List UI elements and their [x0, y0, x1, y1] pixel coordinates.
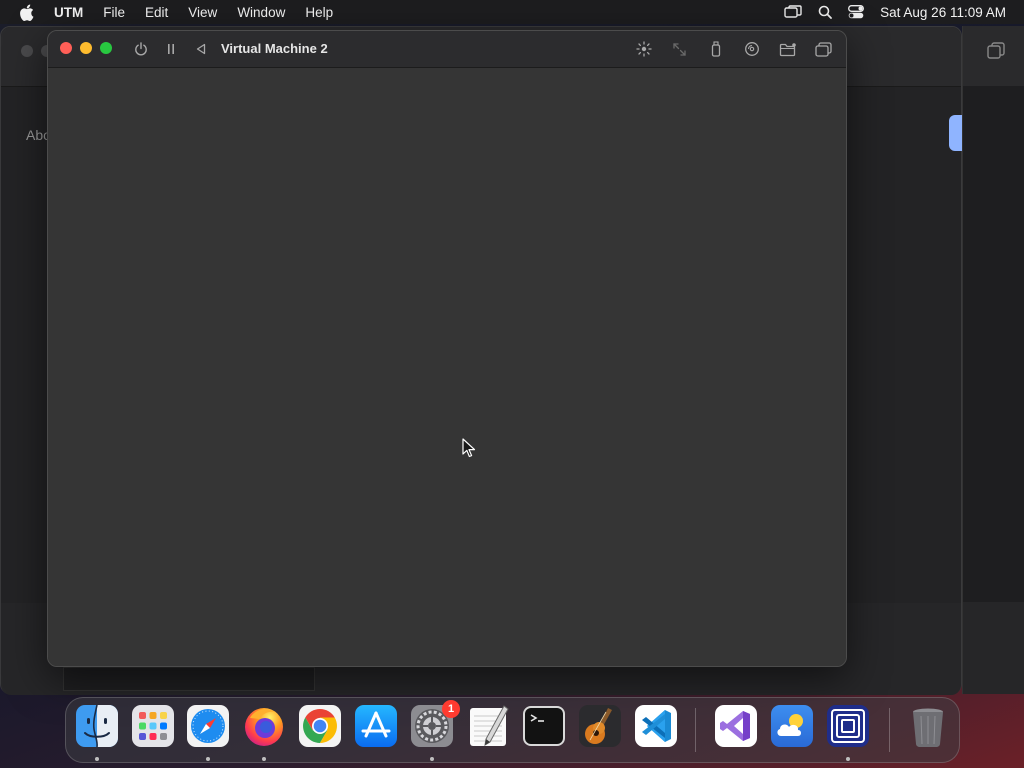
- firefox-running-indicator: [262, 757, 266, 761]
- notification-badge: 1: [442, 700, 460, 718]
- maximize-button[interactable]: [100, 42, 112, 54]
- utm-icon[interactable]: [826, 704, 870, 748]
- cd-dvd-icon[interactable]: [741, 39, 762, 59]
- vm-device-toolbar: [633, 39, 834, 59]
- finder-running-indicator: [95, 757, 99, 761]
- apple-menu-icon[interactable]: [14, 0, 38, 24]
- chrome-icon[interactable]: [298, 704, 342, 748]
- garageband-icon[interactable]: [578, 704, 622, 748]
- terminal-icon[interactable]: [522, 704, 566, 748]
- vm-control-toolbar: [132, 40, 210, 58]
- finder-icon[interactable]: [75, 704, 119, 748]
- vm-display-area[interactable]: [48, 68, 846, 666]
- app-name-menu[interactable]: UTM: [54, 5, 83, 20]
- system-settings-icon[interactable]: 1: [410, 700, 460, 748]
- menu-view[interactable]: View: [188, 5, 217, 20]
- menu-help[interactable]: Help: [305, 5, 333, 20]
- launchpad-icon[interactable]: [131, 704, 175, 748]
- system-settings-running-indicator: [430, 757, 434, 761]
- background-window-right: [962, 26, 1024, 694]
- shared-folder-icon[interactable]: [777, 39, 798, 59]
- menu-window[interactable]: Window: [237, 5, 285, 20]
- vm-titlebar: Virtual Machine 2: [48, 31, 846, 68]
- power-icon[interactable]: [132, 40, 150, 58]
- menubar-clock[interactable]: Sat Aug 26 11:09 AM: [880, 5, 1006, 20]
- windows-icon[interactable]: [813, 39, 834, 59]
- menu-file[interactable]: File: [103, 5, 125, 20]
- safari-icon[interactable]: [186, 704, 230, 748]
- background-window-toolbar: [963, 26, 1024, 86]
- usb-device-icon[interactable]: [705, 39, 726, 59]
- window-controls: [60, 42, 112, 54]
- utm-running-indicator: [846, 757, 850, 761]
- trash-icon[interactable]: [906, 704, 950, 748]
- inactive-close-button[interactable]: [21, 45, 33, 57]
- windows-stack-icon[interactable]: [987, 42, 1005, 65]
- vm-window-title: Virtual Machine 2: [221, 41, 328, 56]
- resize-icon[interactable]: [669, 39, 690, 59]
- mouse-cursor-icon: [462, 438, 476, 463]
- utm-main-status-strip: [63, 667, 315, 691]
- weather-icon[interactable]: [770, 704, 814, 748]
- menu-edit[interactable]: Edit: [145, 5, 168, 20]
- minimize-button[interactable]: [80, 42, 92, 54]
- spotlight-search-icon[interactable]: [818, 5, 833, 19]
- back-icon[interactable]: [192, 40, 210, 58]
- screen-mirroring-icon[interactable]: [784, 5, 802, 19]
- dock-separator: [889, 708, 890, 752]
- pause-icon[interactable]: [162, 40, 180, 58]
- control-center-icon[interactable]: [848, 5, 865, 19]
- safari-running-indicator: [206, 757, 210, 761]
- firefox-icon[interactable]: [242, 704, 286, 748]
- menu-bar: UTM File Edit View Window Help Sat Aug 2…: [0, 0, 1024, 24]
- close-button[interactable]: [60, 42, 72, 54]
- display-brightness-icon[interactable]: [633, 39, 654, 59]
- background-window-lower-pane: [963, 602, 1024, 694]
- visual-studio-icon[interactable]: [714, 704, 758, 748]
- vm-window: Virtual Machine 2: [47, 30, 847, 667]
- textedit-icon[interactable]: [466, 704, 510, 748]
- vscode-icon[interactable]: [634, 704, 678, 748]
- dock-separator: [695, 708, 696, 752]
- app-store-icon[interactable]: [354, 704, 398, 748]
- dock: 1: [65, 697, 960, 763]
